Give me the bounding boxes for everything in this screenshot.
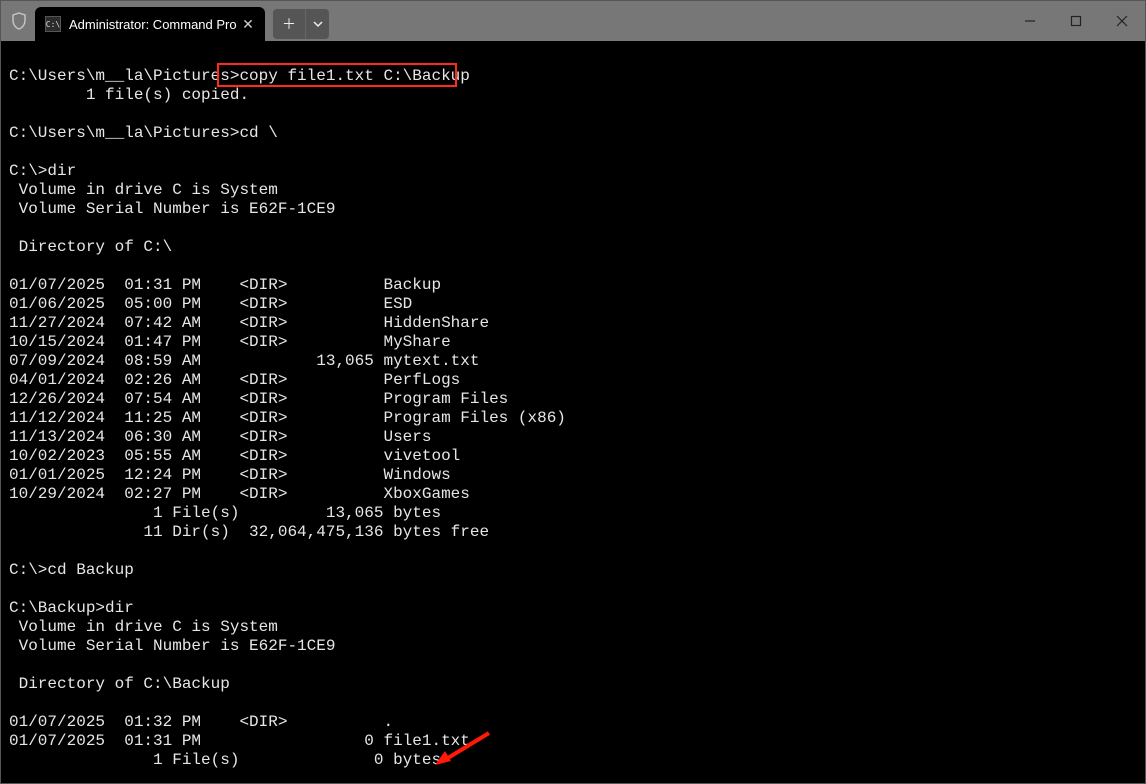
terminal-line: 11/12/2024 11:25 AM <DIR> Program Files … — [9, 409, 1145, 428]
newtab-controls: ＋ — [273, 4, 329, 39]
terminal-line: 12/26/2024 07:54 AM <DIR> Program Files — [9, 390, 1145, 409]
terminal-line: C:\Users\m__la\Pictures>copy file1.txt C… — [9, 67, 1145, 86]
terminal-line: 01/06/2025 05:00 PM <DIR> ESD — [9, 295, 1145, 314]
terminal-line — [9, 219, 1145, 238]
minimize-button[interactable] — [1007, 1, 1053, 41]
terminal-line: Volume Serial Number is E62F-1CE9 — [9, 200, 1145, 219]
titlebar[interactable]: C:\ Administrator: Command Pro ✕ ＋ — [1, 1, 1145, 41]
terminal-line: 01/01/2025 12:24 PM <DIR> Windows — [9, 466, 1145, 485]
terminal-line: 07/09/2024 08:59 AM 13,065 mytext.txt — [9, 352, 1145, 371]
new-tab-button[interactable]: ＋ — [273, 9, 305, 39]
terminal-line — [9, 542, 1145, 561]
close-window-button[interactable] — [1099, 1, 1145, 41]
terminal-line — [9, 656, 1145, 675]
terminal-line: 10/29/2024 02:27 PM <DIR> XboxGames — [9, 485, 1145, 504]
terminal-line: C:\Users\m__la\Pictures>cd \ — [9, 124, 1145, 143]
maximize-button[interactable] — [1053, 1, 1099, 41]
terminal-line: Volume in drive C is System — [9, 181, 1145, 200]
terminal-line: 11/27/2024 07:42 AM <DIR> HiddenShare — [9, 314, 1145, 333]
terminal-line: 01/07/2025 01:32 PM <DIR> . — [9, 713, 1145, 732]
terminal-line — [9, 580, 1145, 599]
terminal-line — [9, 257, 1145, 276]
terminal-line: 1 file(s) copied. — [9, 86, 1145, 105]
tab-title: Administrator: Command Pro — [69, 17, 237, 32]
cmd-icon: C:\ — [45, 16, 61, 32]
tab-admin-cmd[interactable]: C:\ Administrator: Command Pro ✕ — [35, 7, 265, 41]
terminal-line: 10/02/2023 05:55 AM <DIR> vivetool — [9, 447, 1145, 466]
terminal-line: 1 File(s) 13,065 bytes — [9, 504, 1145, 523]
close-tab-button[interactable]: ✕ — [239, 15, 257, 33]
tab-dropdown-button[interactable] — [305, 9, 329, 39]
terminal-line — [9, 105, 1145, 124]
window-controls — [1007, 1, 1145, 41]
terminal-line: C:\Backup>dir — [9, 599, 1145, 618]
terminal-line — [9, 694, 1145, 713]
terminal-line: Volume Serial Number is E62F-1CE9 — [9, 637, 1145, 656]
terminal-line: 11 Dir(s) 32,064,475,136 bytes free — [9, 523, 1145, 542]
terminal-line: C:\>dir — [9, 162, 1145, 181]
titlebar-left: C:\ Administrator: Command Pro ✕ ＋ — [1, 1, 329, 41]
terminal-line: 1 File(s) 0 bytes — [9, 751, 1145, 770]
terminal-line: 04/01/2024 02:26 AM <DIR> PerfLogs — [9, 371, 1145, 390]
terminal-output[interactable]: C:\Users\m__la\Pictures>copy file1.txt C… — [1, 41, 1145, 783]
terminal-line: 01/07/2025 01:31 PM 0 file1.txt — [9, 732, 1145, 751]
shield-icon — [9, 11, 29, 31]
terminal-line: 11/13/2024 06:30 AM <DIR> Users — [9, 428, 1145, 447]
terminal-line — [9, 143, 1145, 162]
terminal-line: Directory of C:\Backup — [9, 675, 1145, 694]
terminal-line: C:\>cd Backup — [9, 561, 1145, 580]
terminal-line: 10/15/2024 01:47 PM <DIR> MyShare — [9, 333, 1145, 352]
terminal-window: C:\ Administrator: Command Pro ✕ ＋ C — [0, 0, 1146, 784]
terminal-line: 01/07/2025 01:31 PM <DIR> Backup — [9, 276, 1145, 295]
terminal-line: Directory of C:\ — [9, 238, 1145, 257]
terminal-line: Volume in drive C is System — [9, 618, 1145, 637]
